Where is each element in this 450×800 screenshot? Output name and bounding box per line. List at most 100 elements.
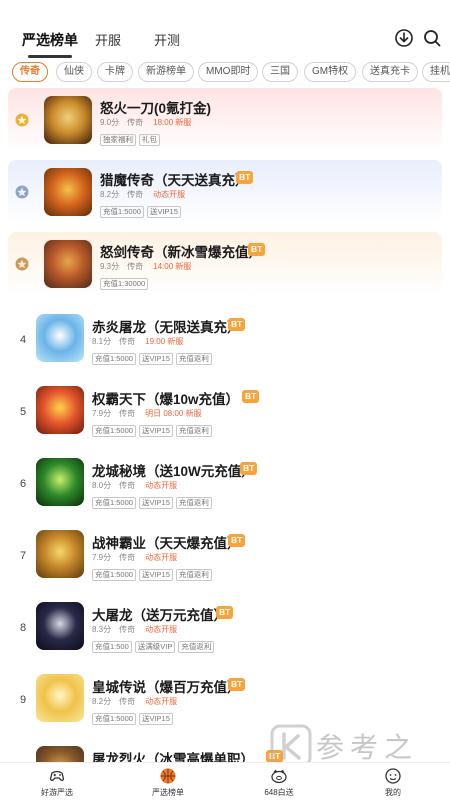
filter-chip[interactable]: 仙侠: [56, 62, 92, 82]
nav-item-mine[interactable]: 我的: [358, 767, 428, 798]
game-tag: 充值1:5000: [92, 569, 136, 581]
game-title[interactable]: 屠龙烈火（冰雪高爆单职）: [92, 748, 254, 762]
rank-number: 8: [19, 622, 27, 634]
filter-chip[interactable]: 卡牌: [97, 62, 133, 82]
game-title[interactable]: 龙城秘境（送10W元充值）: [92, 460, 255, 480]
server-schedule: 14:00 新服: [153, 262, 192, 271]
game-row[interactable]: 猎魔传奇（天天送真充） BT 8.2分 传奇 动态开服 充值1:5000 送VIP15: [8, 160, 442, 224]
filter-chip[interactable]: 新游榜单: [138, 62, 194, 82]
server-schedule: 19:00 新服: [145, 337, 184, 346]
game-row[interactable]: 6 龙城秘境（送10W元充值） BT 8.0分 传奇 动态开服 充值1:5000 送V…: [0, 450, 450, 522]
game-tags: 充值1:5000 送VIP15 充值返利: [92, 569, 215, 587]
game-meta: 8.3分 传奇 动态开服: [92, 624, 177, 635]
game-row[interactable]: 怒火一刀(0氪打金) 9.0分 传奇 18:00 新服 独家福利 礼包: [8, 88, 442, 152]
game-thumbnail[interactable]: [36, 386, 84, 434]
gift-pig-icon: [271, 769, 287, 784]
game-score: 8.1分: [92, 337, 112, 346]
game-thumbnail[interactable]: [36, 458, 84, 506]
game-meta: 7.9分 传奇 动态开服: [92, 552, 177, 563]
game-score: 8.3分: [92, 625, 112, 634]
game-tag: 送VIP15: [138, 713, 173, 725]
nav-item-featured[interactable]: 好游严选: [22, 767, 92, 798]
filter-chip[interactable]: 挂机: [422, 62, 450, 82]
game-title[interactable]: 怒火一刀(0氪打金): [100, 97, 211, 117]
game-tag: 充值1:5000: [92, 425, 136, 437]
nav-item-ranking[interactable]: 严选榜单: [133, 767, 203, 798]
game-tag: 送VIP15: [138, 353, 173, 365]
game-row[interactable]: 7 战神霸业（天天爆充值） BT 7.9分 传奇 动态开服 充值1:5000 送VIP…: [0, 522, 450, 594]
game-row[interactable]: 4 赤炎屠龙（无限送真充） BT 8.1分 传奇 19:00 新服 充值1:5000…: [0, 306, 450, 378]
game-title[interactable]: 怒剑传奇（新冰雪爆充值）: [100, 241, 262, 261]
game-meta: 8.0分 传奇 动态开服: [92, 480, 177, 491]
profile-face-icon: [385, 768, 401, 784]
filter-chip[interactable]: MMO即时: [198, 62, 259, 82]
game-thumbnail[interactable]: [44, 96, 92, 144]
game-tag: 充值返利: [175, 425, 212, 437]
game-tag: 充值返利: [175, 569, 212, 581]
bt-badge: BT: [228, 318, 246, 331]
rank-number: 6: [19, 478, 27, 490]
game-tag: 充值1:5000: [92, 713, 136, 725]
game-row[interactable]: 屠龙烈火（冰雪高爆单职） BT: [0, 738, 450, 762]
game-title[interactable]: 权霸天下（爆10w充值）: [92, 388, 239, 408]
server-schedule: 动态开服: [145, 553, 178, 562]
game-title[interactable]: 赤炎屠龙（无限送真充）: [92, 316, 241, 336]
game-score: 7.9分: [92, 409, 112, 418]
game-row[interactable]: 8 大屠龙（送万元充值） BT 8.3分 传奇 动态开服 充值1:500 送满级VIP…: [0, 594, 450, 666]
game-genre: 传奇: [127, 118, 144, 127]
nav-item-648[interactable]: 648白送: [244, 767, 314, 798]
game-genre: 传奇: [119, 409, 136, 418]
game-meta: 8.2分 传奇 动态开服: [92, 696, 177, 707]
game-row[interactable]: 5 权霸天下（爆10w充值） BT 7.9分 传奇 明日 08:00 新服 充值1:…: [0, 378, 450, 450]
gold-medal-icon: [15, 113, 29, 127]
game-meta: 9.0分 传奇 18:00 新服: [100, 117, 191, 128]
download-icon[interactable]: [394, 28, 414, 48]
tab-ranking[interactable]: 严选榜单: [22, 30, 78, 58]
game-score: 8.2分: [92, 697, 112, 706]
game-thumbnail[interactable]: [44, 168, 92, 216]
bt-badge: BT: [236, 171, 254, 184]
game-tag: 充值返利: [175, 497, 212, 509]
rank-number: 4: [19, 334, 27, 346]
filter-chip[interactable]: 传奇: [12, 62, 48, 82]
game-thumbnail[interactable]: [36, 602, 84, 650]
tab-beta-test[interactable]: 开测: [154, 30, 180, 49]
game-thumbnail[interactable]: [36, 530, 84, 578]
game-tags: 充值1:5000 送VIP15 充值返利: [92, 353, 215, 371]
top-bar: 严选榜单 开服 开测: [0, 0, 450, 58]
game-score: 8.0分: [92, 481, 112, 490]
search-icon[interactable]: [422, 28, 442, 48]
game-genre: 传奇: [119, 481, 136, 490]
bt-badge: BT: [216, 606, 234, 619]
game-tags: 充值1:5000 送VIP15: [100, 206, 184, 224]
game-thumbnail[interactable]: [44, 240, 92, 288]
game-title[interactable]: 猎魔传奇（天天送真充）: [100, 169, 249, 189]
game-meta: 8.2分 传奇 动态开服: [100, 189, 185, 200]
game-thumbnail[interactable]: [36, 314, 84, 362]
rank-number: 7: [19, 550, 27, 562]
game-row[interactable]: 9 皇城传说（爆百万充值） BT 8.2分 传奇 动态开服 充值1:5000 送VIP…: [0, 666, 450, 738]
game-title[interactable]: 战神霸业（天天爆充值）: [92, 532, 241, 552]
filter-chip[interactable]: 三国: [262, 62, 298, 82]
game-thumbnail[interactable]: [36, 746, 84, 762]
nav-label: 严选榜单: [152, 788, 184, 797]
game-thumbnail[interactable]: [36, 674, 84, 722]
bt-badge: BT: [242, 390, 260, 403]
game-row[interactable]: 怒剑传奇（新冰雪爆充值） BT 9.3分 传奇 14:00 新服 充值1:30000: [8, 232, 442, 296]
game-tag: 送VIP15: [138, 497, 173, 509]
game-score: 9.0分: [100, 118, 120, 127]
game-tag: 充值返利: [175, 353, 212, 365]
game-tag: 充值1:500: [92, 641, 132, 653]
filter-chip[interactable]: GM特权: [304, 62, 357, 82]
tab-server-open[interactable]: 开服: [95, 30, 121, 49]
game-score: 7.9分: [92, 553, 112, 562]
nav-label: 648白送: [264, 788, 294, 797]
nav-label: 好游严选: [41, 788, 73, 797]
game-title[interactable]: 大屠龙（送万元充值）: [92, 604, 227, 624]
bottom-navigation: 好游严选 严选榜单 648白送 我的: [0, 762, 450, 800]
filter-chip[interactable]: 送真充卡: [362, 62, 418, 82]
bt-badge: BT: [240, 462, 258, 475]
game-title[interactable]: 皇城传说（爆百万充值）: [92, 676, 241, 696]
game-ranking-list: 怒火一刀(0氪打金) 9.0分 传奇 18:00 新服 独家福利 礼包 猎魔传奇（天天…: [0, 86, 450, 762]
game-tag: 独家福利: [100, 134, 136, 146]
